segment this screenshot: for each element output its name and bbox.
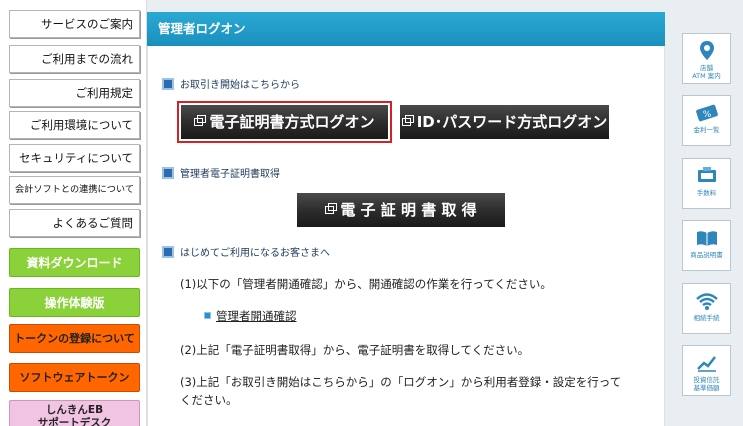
rail-label: 商品説明書 [690,251,723,259]
id-password-logon-button[interactable]: ID･パスワード方式ログオン [400,105,609,139]
sidebar-item-flow[interactable]: ご利用までの流れ [9,45,140,73]
section-heading: お取引き開始はこちらから [180,80,300,91]
section-cert-acquire: 管理者電子証明書取得 [162,165,280,180]
download-button[interactable]: 資料ダウンロード [9,248,140,277]
main-panel: お取引き開始はこちらから 電子証明書方式ログオン ID･パスワード方式ログオン … [147,46,665,426]
sidebar-item-accounting[interactable]: 会計ソフトとの連携について [9,176,140,204]
cert-logon-button[interactable]: 電子証明書方式ログオン [181,105,388,139]
cert-acquire-label: 電 子 証 明 書 取 得 [340,201,477,219]
activation-check-label: 管理者開通確認 [216,309,297,323]
cert-logon-label: 電子証明書方式ログオン [209,113,375,131]
fee-icon [697,167,716,182]
link-bullet-icon [204,312,211,319]
section-first-time: はじめてご利用になるお客さまへ [162,244,330,259]
sidebar-item-service[interactable]: サービスのご案内 [9,10,140,38]
new-window-icon [401,115,414,126]
section-square-icon [162,78,174,90]
step1-text: (1)以下の「管理者開通確認」から、開通確認の作業を行ってください。 [180,277,552,291]
section-square-icon [162,246,174,258]
book-icon [696,231,717,246]
section-square-icon [162,167,174,179]
rail-label: ATM 案内 [692,72,721,80]
rail-label: 店舗 [700,64,713,72]
step3-text-line2: ください。 [180,393,238,407]
demo-button[interactable]: 操作体験版 [9,288,140,317]
id-logon-label: ID･パスワード方式ログオン [416,113,608,131]
rail-item-rates[interactable]: % 金利一覧 [682,95,731,146]
activation-check-link[interactable]: 管理者開通確認 [204,308,297,324]
rail-item-fund-prices[interactable]: 投資信託 基準価額 [682,345,731,396]
rail-item-branch-atm[interactable]: 店舗 ATM 案内 [682,33,731,84]
page-title: 管理者ログオン [147,12,665,46]
sidebar: サービスのご案内 ご利用までの流れ ご利用規定 ご利用環境について セキュリティ… [0,0,147,426]
rail-label: 基準価額 [693,384,720,392]
software-token-button[interactable]: ソフトウェアトークン [9,363,140,392]
sidebar-item-faq[interactable]: よくあるご質問 [9,209,140,237]
rail-label: 金利一覧 [693,126,720,134]
new-window-icon [325,203,338,214]
token-registration-button[interactable]: トークンの登録について [9,324,140,353]
sidebar-item-security[interactable]: セキュリティについて [9,144,140,172]
svg-text:%: % [702,110,711,120]
support-desk-line2: サポートデスク [37,417,112,426]
section-trading-start: お取引き開始はこちらから [162,76,300,91]
rail-item-fees[interactable]: 手数料 [682,158,731,209]
rail-label: 手数料 [696,189,717,197]
section-heading: 管理者電子証明書取得 [180,169,280,180]
chart-icon [696,356,716,372]
wifi-icon [695,293,718,310]
support-desk-line1: しんきんEB [45,404,104,416]
map-pin-icon [699,41,714,60]
cert-acquire-button[interactable]: 電 子 証 明 書 取 得 [297,193,505,227]
rail-label: 投資信託 [693,376,720,384]
rail-label: 相続手続 [693,314,720,322]
step3-text-line1: (3)上記「お取引き開始はこちらから」の「ログオン」から利用者登録・設定を行って [180,375,622,389]
support-desk-button[interactable]: しんきんEB サポートデスク [9,400,140,426]
right-rail: 店舗 ATM 案内 % 金利一覧 手数料 商品説明書 相続手続 投資信託 基準価… [665,0,743,426]
sidebar-item-environment[interactable]: ご利用環境について [9,111,140,139]
section-heading: はじめてご利用になるお客さまへ [180,248,330,259]
rail-item-inheritance[interactable]: 相続手続 [682,283,731,334]
rail-item-product-docs[interactable]: 商品説明書 [682,220,731,271]
step2-text: (2)上記「電子証明書取得」から、電子証明書を取得してください。 [180,343,530,357]
sidebar-item-terms[interactable]: ご利用規定 [9,79,140,107]
new-window-icon [194,115,207,126]
percent-icon: % [695,104,718,122]
